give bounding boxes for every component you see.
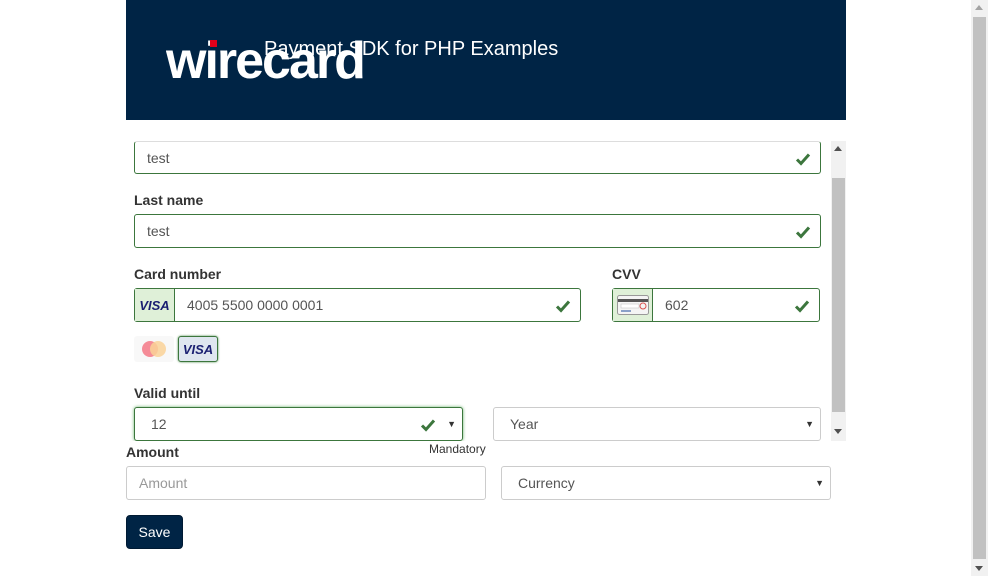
last-name-field[interactable]: test [134,214,821,248]
check-icon [795,226,811,239]
last-name-label: Last name [134,192,204,208]
save-button[interactable]: Save [126,515,183,549]
visa-icon: VISA [182,341,214,357]
currency-value: Currency [518,475,575,491]
mastercard-icon [142,341,166,357]
visa-brand: VISA [178,336,218,362]
scroll-down-icon[interactable] [834,429,842,434]
month-value: 12 [151,416,167,432]
chevron-down-icon: ▼ [805,419,814,429]
check-icon [420,419,436,432]
form-scrollbar[interactable] [831,141,846,441]
cvv-field[interactable]: 602 [612,288,820,322]
seamless-form-frame: test Last name test Card number VISA 400… [126,141,846,441]
year-select[interactable]: Year ▼ [493,407,821,441]
check-icon [555,300,571,313]
scroll-thumb[interactable] [973,17,986,559]
mastercard-brand [134,336,174,362]
amount-input[interactable]: Amount [126,466,486,500]
chevron-down-icon: ▼ [447,419,456,429]
page-title: Payment SDK for PHP Examples [264,38,559,60]
year-value: Year [510,416,539,432]
currency-select[interactable]: Currency ▼ [501,466,831,500]
cvv-label: CVV [612,266,641,282]
last-name-value: test [147,223,170,239]
first-name-field[interactable]: test [134,141,821,174]
cvv-value: 602 [665,297,689,313]
card-number-label: Card number [134,266,222,282]
scroll-down-icon[interactable] [975,566,983,571]
visa-icon: VISA [139,297,170,313]
card-back-icon [616,295,649,315]
page-header: wirecard Payment SDK for PHP Examples [126,0,846,120]
month-select[interactable]: 12 ▼ [134,407,463,441]
amount-placeholder: Amount [139,475,188,491]
scroll-up-icon[interactable] [975,5,983,10]
mandatory-note: Mandatory [429,442,486,456]
cvv-addon [613,289,653,321]
check-icon [794,300,810,313]
valid-until-label: Valid until [134,385,201,401]
card-number-value: 4005 5500 0000 0001 [187,297,324,313]
card-brand-addon: VISA [135,289,175,321]
page-scrollbar[interactable] [971,0,988,576]
amount-label: Amount [126,444,179,460]
chevron-down-icon: ▼ [815,478,824,488]
card-number-field[interactable]: VISA 4005 5500 0000 0001 [134,288,581,322]
scroll-up-icon[interactable] [834,146,842,151]
check-icon [795,153,811,166]
scroll-thumb[interactable] [832,178,845,412]
first-name-value: test [147,150,170,166]
